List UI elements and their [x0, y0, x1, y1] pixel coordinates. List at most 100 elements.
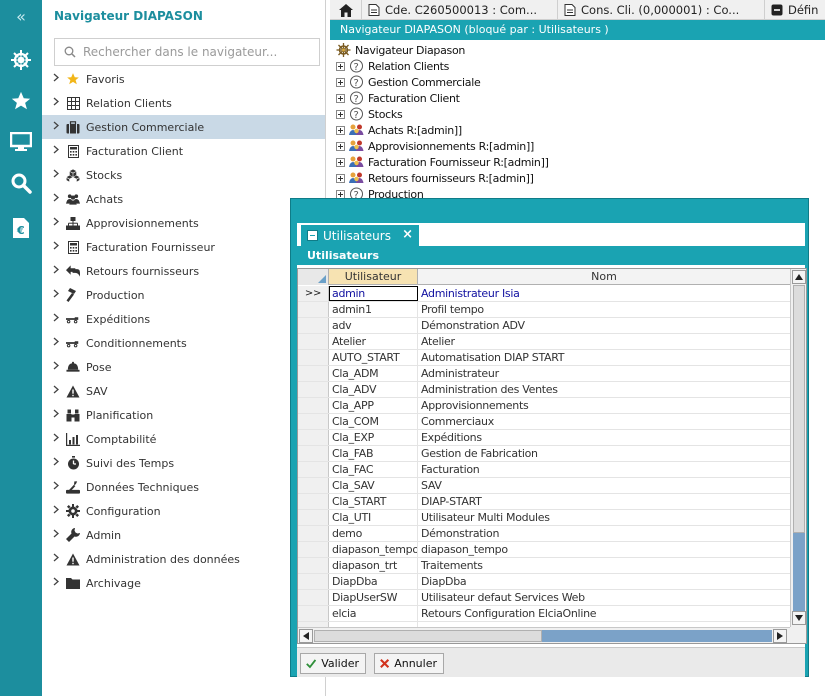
scroll-right-button[interactable]	[773, 629, 787, 643]
expand-icon[interactable]	[336, 93, 345, 103]
cell-nom[interactable]: Facturation	[418, 462, 790, 477]
sidebar-item-expeditions[interactable]: Expéditions	[42, 307, 325, 331]
table-row[interactable]: Cla_APP Approvisionnements	[298, 398, 790, 414]
expand-icon[interactable]	[336, 173, 345, 183]
chevron-right-icon[interactable]	[42, 145, 64, 157]
tree-node[interactable]: ? Relation Clients	[330, 58, 825, 74]
table-row[interactable]: DiapDba DiapDba	[298, 574, 790, 590]
chevron-right-icon[interactable]	[42, 457, 64, 469]
column-header-nom[interactable]: Nom	[418, 269, 790, 284]
select-all-corner[interactable]	[298, 269, 329, 285]
cell-utilisateur[interactable]: admin1	[329, 302, 418, 317]
chevron-right-icon[interactable]	[42, 361, 64, 373]
chevron-right-icon[interactable]	[42, 505, 64, 517]
expand-icon[interactable]	[336, 109, 345, 119]
table-row[interactable]: Cla_START DIAP-START	[298, 494, 790, 510]
scroll-left-button[interactable]	[299, 629, 313, 643]
cell-nom[interactable]: Utilisateur Multi Modules	[418, 510, 790, 525]
sidebar-item-configuration[interactable]: Configuration	[42, 499, 325, 523]
cell-utilisateur[interactable]: diapason_tempo	[329, 542, 418, 557]
tab-utilisateurs[interactable]: Utilisateurs ×	[301, 225, 419, 246]
sidebar-item-facturation-fournisseur[interactable]: Facturation Fournisseur	[42, 235, 325, 259]
cell-nom[interactable]: Administrateur Isia	[418, 286, 790, 301]
tree-node[interactable]: Facturation Fournisseur R:[admin]]	[330, 154, 825, 170]
row-header[interactable]	[298, 542, 329, 557]
table-row[interactable]: Cla_SAV SAV	[298, 478, 790, 494]
chevron-right-icon[interactable]	[42, 73, 64, 85]
row-header[interactable]	[298, 382, 329, 397]
table-row[interactable]: Cla_ADM Administrateur	[298, 366, 790, 382]
expand-icon[interactable]	[336, 141, 345, 151]
row-header[interactable]: >>	[298, 286, 329, 301]
chevron-right-icon[interactable]	[42, 385, 64, 397]
cell-utilisateur[interactable]: Cla_START	[329, 494, 418, 509]
cell-nom[interactable]: diapason_tempo	[418, 542, 790, 557]
table-row[interactable]: DiapUserSW Utilisateur defaut Services We…	[298, 590, 790, 606]
cell-utilisateur[interactable]: Cla_APP	[329, 398, 418, 413]
column-header-utilisateur[interactable]: Utilisateur	[329, 269, 418, 284]
chevron-right-icon[interactable]	[42, 337, 64, 349]
sidebar-item-planification[interactable]: Planification	[42, 403, 325, 427]
cell-nom[interactable]: Traitements	[418, 558, 790, 573]
cell-nom[interactable]: Administration des Ventes	[418, 382, 790, 397]
cell-utilisateur[interactable]: Cla_ADM	[329, 366, 418, 381]
table-row[interactable]: adv Démonstration ADV	[298, 318, 790, 334]
tree-root[interactable]: Navigateur Diapason	[330, 42, 825, 58]
sidebar-item-retours-fournisseurs[interactable]: Retours fournisseurs	[42, 259, 325, 283]
chevron-right-icon[interactable]	[42, 481, 64, 493]
cell-utilisateur[interactable]: demo	[329, 526, 418, 541]
table-row[interactable]: Cla_ADV Administration des Ventes	[298, 382, 790, 398]
table-row[interactable]: Cla_COM Commerciaux	[298, 414, 790, 430]
star-icon[interactable]	[0, 81, 42, 121]
sidebar-item-comptabilite[interactable]: Comptabilité	[42, 427, 325, 451]
table-row[interactable]: demo Démonstration	[298, 526, 790, 542]
cell-utilisateur[interactable]: Atelier	[329, 334, 418, 349]
chevron-right-icon[interactable]	[42, 121, 64, 133]
sidebar-item-suivi-des-temps[interactable]: Suivi des Temps	[42, 451, 325, 475]
helm-icon[interactable]	[0, 40, 42, 80]
table-row[interactable]: elcia Retours Configuration ElciaOnline	[298, 606, 790, 622]
table-row[interactable]: Cla_FAB Gestion de Fabrication	[298, 446, 790, 462]
row-header[interactable]	[298, 446, 329, 461]
search-icon[interactable]	[0, 163, 42, 203]
row-header[interactable]	[298, 334, 329, 349]
sidebar-item-donnees-techniques[interactable]: Données Techniques	[42, 475, 325, 499]
close-icon[interactable]: ×	[402, 227, 413, 242]
chevron-right-icon[interactable]	[42, 409, 64, 421]
expand-icon[interactable]	[336, 61, 345, 71]
monitor-icon[interactable]	[0, 122, 42, 162]
expand-icon[interactable]	[336, 77, 345, 87]
sidebar-item-achats[interactable]: Achats	[42, 187, 325, 211]
cell-utilisateur[interactable]: Cla_SAV	[329, 478, 418, 493]
search-input[interactable]	[83, 43, 313, 61]
sidebar-item-relation-clients[interactable]: Relation Clients	[42, 91, 325, 115]
row-header[interactable]	[298, 350, 329, 365]
cell-utilisateur[interactable]: DiapDba	[329, 574, 418, 589]
validate-button[interactable]: Valider	[300, 653, 366, 674]
cell-nom[interactable]: Utilisateur defaut Services Web	[418, 590, 790, 605]
tab-commande[interactable]: Cde. C260500013 : Com...	[362, 0, 558, 20]
expand-icon[interactable]	[336, 157, 345, 167]
scroll-down-button[interactable]	[792, 611, 806, 625]
horizontal-scroll-track[interactable]	[542, 630, 772, 642]
tree-node[interactable]: ? Stocks	[330, 106, 825, 122]
tree-node[interactable]: ? Gestion Commerciale	[330, 74, 825, 90]
cell-utilisateur[interactable]: Cla_ADV	[329, 382, 418, 397]
sidebar-item-production[interactable]: Production	[42, 283, 325, 307]
scroll-up-button[interactable]	[792, 270, 806, 284]
chevron-right-icon[interactable]	[42, 529, 64, 541]
tree-node[interactable]: Achats R:[admin]]	[330, 122, 825, 138]
cell-nom[interactable]: SAV	[418, 478, 790, 493]
table-row[interactable]: Cla_EXP Expéditions	[298, 430, 790, 446]
sidebar-item-administration-des-donnees[interactable]: Administration des données	[42, 547, 325, 571]
chevron-right-icon[interactable]	[42, 169, 64, 181]
chevron-right-icon[interactable]	[42, 433, 64, 445]
collapse-sidebar-button[interactable]: «	[0, 0, 42, 34]
cell-utilisateur[interactable]: Cla_COM	[329, 414, 418, 429]
chevron-right-icon[interactable]	[42, 289, 64, 301]
tree-node[interactable]: ? Facturation Client	[330, 90, 825, 106]
cell-utilisateur[interactable]: AUTO_START	[329, 350, 418, 365]
cell-utilisateur[interactable]: Cla_UTI	[329, 510, 418, 525]
chevron-right-icon[interactable]	[42, 577, 64, 589]
vertical-scroll-track[interactable]	[793, 533, 805, 611]
